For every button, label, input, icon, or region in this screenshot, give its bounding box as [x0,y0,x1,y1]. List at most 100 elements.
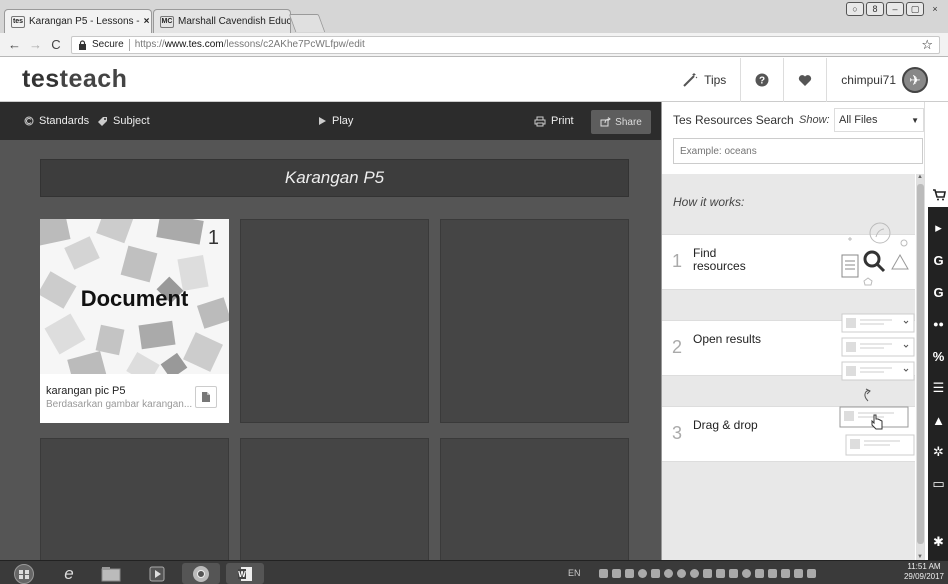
tray-icon[interactable] [728,568,738,578]
forward-icon[interactable]: → [29,37,42,52]
tray-icon[interactable] [702,568,712,578]
cart-icon[interactable] [928,180,948,210]
share-icon [600,117,611,127]
resource-search-box[interactable] [673,138,923,164]
drag-drop-illustration-icon [839,388,915,456]
lesson-title[interactable]: Karangan P5 [40,159,629,197]
scrollbar-thumb[interactable] [917,184,924,544]
avatar: ✈ [902,67,928,93]
word-icon[interactable]: W [226,563,264,584]
share-button[interactable]: Share [591,110,651,134]
address-bar-row: ← → C Secure https://www.tes.com/lessons… [0,33,948,57]
favourites-button[interactable] [783,58,826,102]
tray-icon[interactable] [754,568,764,578]
play-icon [319,117,326,125]
tag-icon [98,116,107,126]
reload-icon[interactable]: C [50,37,62,52]
tray-icon[interactable] [689,568,699,578]
taskbar-clock[interactable]: 11:51 AM 29/09/2017 [904,562,944,582]
youtube-icon[interactable]: ▸ [928,213,948,243]
volume-icon[interactable] [793,568,803,578]
tes-favicon-icon: tes [11,15,25,28]
google-drive-icon[interactable]: ▲ [928,405,948,435]
secure-label: Secure [92,39,124,50]
back-icon[interactable]: ← [8,37,21,52]
tray-icon[interactable] [650,568,660,578]
step-number: 3 [672,423,683,443]
star-icon[interactable]: ☆ [921,37,933,53]
media-player-icon[interactable] [138,563,176,584]
step-number: 2 [672,337,683,357]
step-number: 1 [672,251,683,271]
resource-search-input[interactable] [680,145,910,157]
tray-icon[interactable] [767,568,777,578]
file-explorer-icon[interactable] [92,563,130,584]
google-icon[interactable]: G [928,245,948,275]
profile-icon[interactable]: ○ [846,2,864,16]
layers-icon[interactable]: ☰ [928,373,948,403]
tray-icon[interactable] [598,568,608,578]
scroll-up-icon[interactable]: ▲ [917,174,923,180]
tray-icon[interactable] [715,568,725,578]
subject-label: Subject [113,115,150,127]
tray-icon[interactable] [637,568,647,578]
flickr-icon[interactable]: ●● [928,309,948,339]
step-find: 1 Find resources [662,222,915,290]
step-label: Open results [693,332,762,346]
tray-icon[interactable] [741,568,751,578]
tray-icon[interactable] [676,568,686,578]
document-icon [202,392,210,402]
subject-button[interactable]: Subject [97,102,150,140]
empty-slot[interactable] [440,438,629,568]
computer-icon[interactable]: ▭ [928,469,948,499]
user-menu[interactable]: chimpui71 ✈ [826,58,942,102]
user-icon[interactable]: 8 [866,2,884,16]
print-button[interactable]: Print [534,102,574,140]
help-button[interactable]: ? [740,58,783,102]
help-icon: ? [755,73,769,87]
network-icon[interactable] [780,568,790,578]
chrome-icon[interactable] [182,563,220,584]
standards-button[interactable]: Standards [24,102,89,140]
empty-slot[interactable] [440,219,629,423]
tray-icon[interactable] [624,568,634,578]
lesson-canvas: Karangan P5 1 Document karangan pic P5 B… [0,140,661,568]
document-type-button[interactable] [195,386,217,408]
tab-title: Marshall Cavendish Educ [178,16,291,27]
close-window-icon[interactable]: × [926,2,944,16]
dropbox-icon[interactable]: ✲ [928,437,948,467]
new-tab-button[interactable] [288,14,326,32]
play-button[interactable]: Play [318,102,353,140]
empty-slot[interactable] [240,219,429,423]
tes-teach-logo[interactable]: testeach [22,65,127,94]
file-type-select[interactable]: All Files ▼ [834,108,924,132]
browser-tab-strip: tes Karangan P5 - Lessons - × MC Marshal… [0,0,948,33]
standards-icon [24,116,34,126]
svg-text:W: W [238,570,246,579]
link-icon[interactable]: % [928,341,948,371]
start-button[interactable] [6,563,42,584]
tips-button[interactable]: Tips [668,58,740,102]
battery-icon[interactable] [806,568,816,578]
tray-icon[interactable] [611,568,621,578]
browser-tab-active[interactable]: tes Karangan P5 - Lessons - × [4,9,152,33]
username: chimpui71 [841,73,896,87]
resources-panel-title: Tes Resources Search [673,113,794,127]
print-icon [534,116,546,126]
ie-icon[interactable]: e [52,563,86,584]
step-drag: 3 Drag & drop [662,388,915,462]
tab-close-icon[interactable]: × [144,16,150,27]
settings-icon[interactable]: ✱ [928,527,948,557]
resource-card[interactable]: 1 Document karangan pic P5 Berdasarkan g… [40,219,229,423]
browser-tab-inactive[interactable]: MC Marshall Cavendish Educ × [153,9,291,33]
empty-slot[interactable] [240,438,429,568]
card-title: karangan pic P5 [46,385,126,397]
empty-slot[interactable] [40,438,229,568]
maximize-icon[interactable]: ▢ [906,2,924,16]
language-indicator[interactable]: EN [568,568,581,578]
url-input[interactable]: Secure https://www.tes.com/lessons/c2AKh… [71,35,940,54]
minimize-icon[interactable]: – [886,2,904,16]
tray-icon[interactable] [663,568,673,578]
find-resources-illustration-icon [841,222,909,286]
google-scholar-icon[interactable]: G [928,277,948,307]
